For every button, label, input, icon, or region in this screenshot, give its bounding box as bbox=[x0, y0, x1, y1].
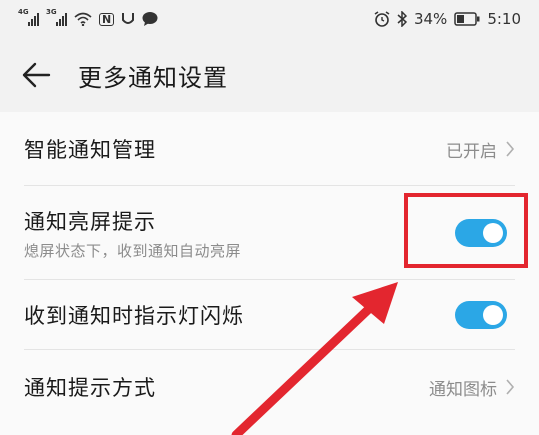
screen: 4G 3G N 34% 5:10 更多通知设置 智能通知管理 已开启 通知亮屏提… bbox=[0, 0, 539, 435]
annotation-arrow bbox=[231, 282, 398, 435]
